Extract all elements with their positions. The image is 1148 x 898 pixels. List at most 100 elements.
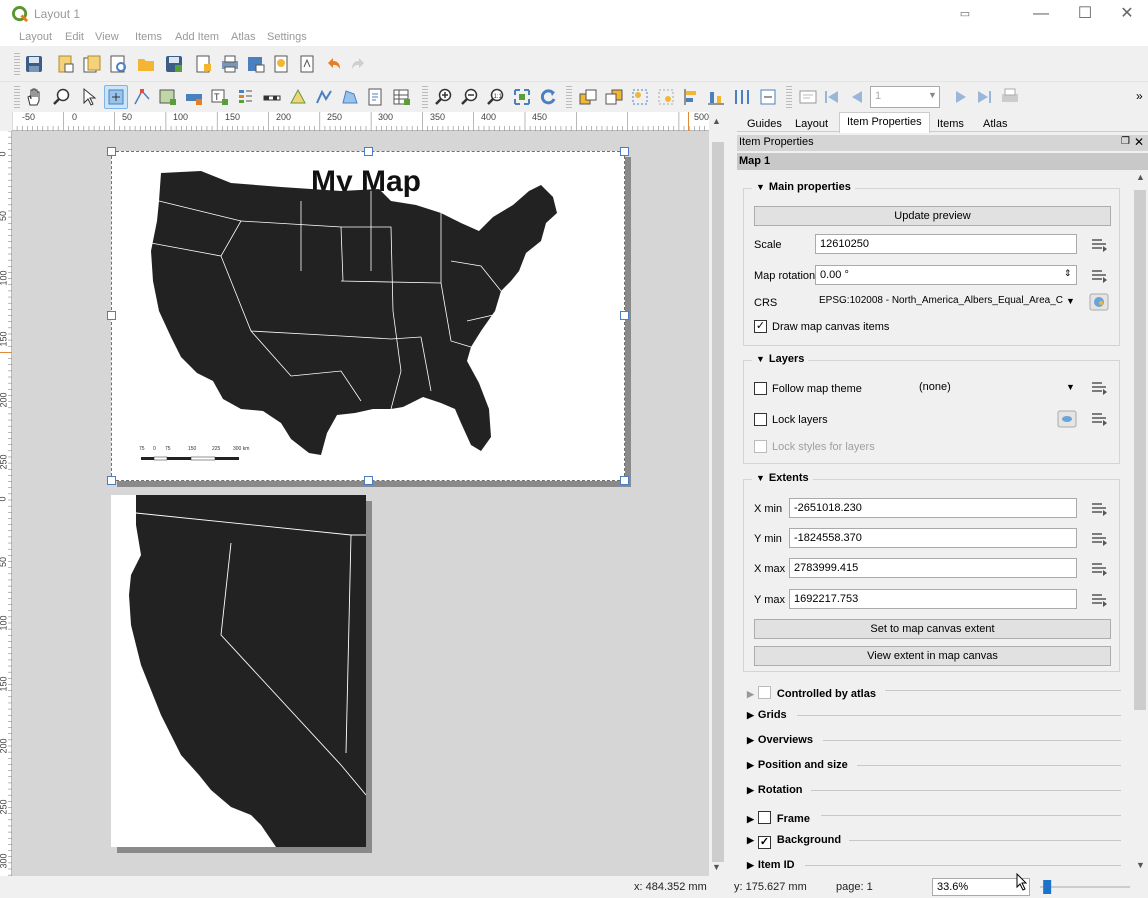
new-layout-icon[interactable] [54, 52, 78, 76]
overviews-group[interactable]: ▶ Overviews [747, 734, 813, 746]
controlled-by-atlas-checkbox[interactable] [757, 686, 771, 699]
align-left-icon[interactable] [680, 85, 704, 109]
tab-layout[interactable]: Layout [787, 114, 836, 132]
layout-manager-icon[interactable] [106, 52, 130, 76]
resize-handle[interactable] [620, 476, 629, 485]
data-defined-override-icon[interactable] [1089, 379, 1109, 397]
lock-styles-checkbox[interactable] [754, 440, 767, 453]
zoom-slider[interactable] [1038, 880, 1132, 894]
distribute-icon[interactable] [730, 85, 754, 109]
resize-handle[interactable] [364, 147, 373, 156]
scroll-down-icon[interactable]: ▼ [1136, 860, 1145, 870]
toolbar-grip[interactable] [566, 86, 572, 108]
data-defined-override-icon[interactable] [1089, 560, 1109, 578]
set-to-canvas-extent-button[interactable]: Set to map canvas extent [754, 619, 1111, 639]
frame-group[interactable]: ▶ Frame [747, 809, 810, 825]
layout-page-1[interactable]: My Map 75 0 75 150 225 300 km [107, 147, 629, 485]
export-svg-icon[interactable] [270, 52, 294, 76]
resize-handle[interactable] [107, 476, 116, 485]
panel-scrollbar[interactable]: ▲ ▼ [1132, 170, 1148, 876]
west-coast-map-item[interactable] [111, 495, 367, 847]
map-rotation-input[interactable]: 0.00 ° [815, 265, 1077, 285]
crs-select[interactable]: EPSG:102008 - North_America_Albers_Equal… [815, 292, 1077, 312]
xmin-input[interactable]: -2651018.230 [789, 498, 1077, 518]
resize-handle[interactable] [620, 147, 629, 156]
crs-selector-icon[interactable] [1089, 293, 1109, 311]
resize-handle[interactable] [107, 311, 116, 320]
minimize-button[interactable]: — [1020, 0, 1062, 30]
controlled-by-atlas-group[interactable]: ▶ Controlled by atlas [747, 684, 876, 700]
next-feature-icon[interactable] [948, 85, 972, 109]
background-group[interactable]: ▶ ✓ Background [747, 834, 841, 849]
layers-title[interactable]: ▼ Layers [752, 353, 809, 365]
data-defined-override-icon[interactable] [1089, 530, 1109, 548]
grids-group[interactable]: ▶ Grids [747, 709, 787, 721]
tab-items[interactable]: Items [929, 114, 972, 132]
position-and-size-group[interactable]: ▶ Position and size [747, 759, 848, 771]
zoom-actual-icon[interactable]: 1:1 [484, 85, 508, 109]
view-extent-button[interactable]: View extent in map canvas [754, 646, 1111, 666]
atlas-preview-icon[interactable] [796, 85, 820, 109]
background-checkbox[interactable]: ✓ [757, 836, 771, 849]
print-icon[interactable] [218, 52, 242, 76]
layout-canvas[interactable]: My Map 75 0 75 150 225 300 km [12, 131, 709, 876]
scale-input[interactable]: 12610250 [815, 234, 1077, 254]
resize-handle[interactable] [620, 311, 629, 320]
align-bottom-icon[interactable] [704, 85, 728, 109]
edit-nodes-icon[interactable] [130, 85, 154, 109]
zoom-full-icon[interactable] [510, 85, 534, 109]
select-tool-icon[interactable] [78, 85, 102, 109]
vertical-ruler[interactable]: 0 50 100 150 200 250 0 50 100 150 200 25… [0, 131, 12, 876]
data-defined-override-icon[interactable] [1089, 410, 1109, 428]
pan-hand-icon[interactable] [22, 85, 46, 109]
close-button[interactable]: ✕ [1106, 0, 1148, 30]
menu-settings[interactable]: Settings [267, 31, 307, 43]
undo-icon[interactable] [322, 52, 346, 76]
restore-icon[interactable]: ▭ [944, 0, 986, 30]
data-defined-override-icon[interactable] [1089, 591, 1109, 609]
canvas-scrollbar[interactable]: ▲ ▼ [709, 112, 727, 876]
extents-title[interactable]: ▼ Extents [752, 472, 813, 484]
close-icon[interactable]: ✕ [1134, 135, 1144, 149]
menu-layout[interactable]: Layout [19, 31, 52, 43]
layout-page-2[interactable] [111, 495, 367, 847]
draw-canvas-items-checkbox[interactable]: ✓ [754, 320, 767, 333]
overflow-chevron-icon[interactable]: » [1136, 89, 1143, 103]
add-polyline-icon[interactable] [312, 85, 336, 109]
last-feature-icon[interactable] [972, 85, 996, 109]
usa-map-item[interactable] [141, 161, 571, 461]
toolbar-grip[interactable] [786, 86, 792, 108]
theme-select[interactable]: (none) [915, 378, 1077, 398]
duplicate-layout-icon[interactable] [80, 52, 104, 76]
scroll-up-icon[interactable]: ▲ [712, 116, 721, 126]
toolbar-grip[interactable] [422, 86, 428, 108]
data-defined-override-icon[interactable] [1089, 236, 1109, 254]
toolbar-grip[interactable] [14, 86, 20, 108]
resize-handle[interactable] [364, 476, 373, 485]
item-id-group[interactable]: ▶ Item ID [747, 859, 795, 871]
export-pdf-icon[interactable] [296, 52, 320, 76]
menu-add-item[interactable]: Add Item [175, 31, 219, 43]
data-defined-override-icon[interactable] [1089, 267, 1109, 285]
chevron-down-icon[interactable]: ▼ [928, 90, 937, 100]
chevron-down-icon[interactable]: ▼ [1066, 382, 1075, 392]
menu-atlas[interactable]: Atlas [231, 31, 255, 43]
raise-items-icon[interactable] [576, 85, 600, 109]
rotation-group[interactable]: ▶ Rotation [747, 784, 803, 796]
scroll-thumb[interactable] [1134, 190, 1146, 710]
maximize-button[interactable]: ☐ [1064, 0, 1106, 30]
float-icon[interactable]: ❐ [1121, 136, 1130, 147]
scalebar-item[interactable] [139, 443, 269, 467]
move-content-icon[interactable] [104, 85, 128, 109]
chevron-down-icon[interactable]: ▼ [1066, 296, 1075, 306]
add-polygon-icon[interactable] [338, 85, 362, 109]
add-label-icon[interactable]: T [208, 85, 232, 109]
menu-items[interactable]: Items [135, 31, 162, 43]
spinner-icon[interactable]: ⇕ [1064, 268, 1072, 279]
add-map-icon[interactable] [156, 85, 180, 109]
refresh-icon[interactable] [536, 85, 560, 109]
redo-icon[interactable] [346, 52, 370, 76]
previous-feature-icon[interactable] [846, 85, 870, 109]
data-defined-override-icon[interactable] [1089, 500, 1109, 518]
page-setup-icon[interactable] [192, 52, 216, 76]
